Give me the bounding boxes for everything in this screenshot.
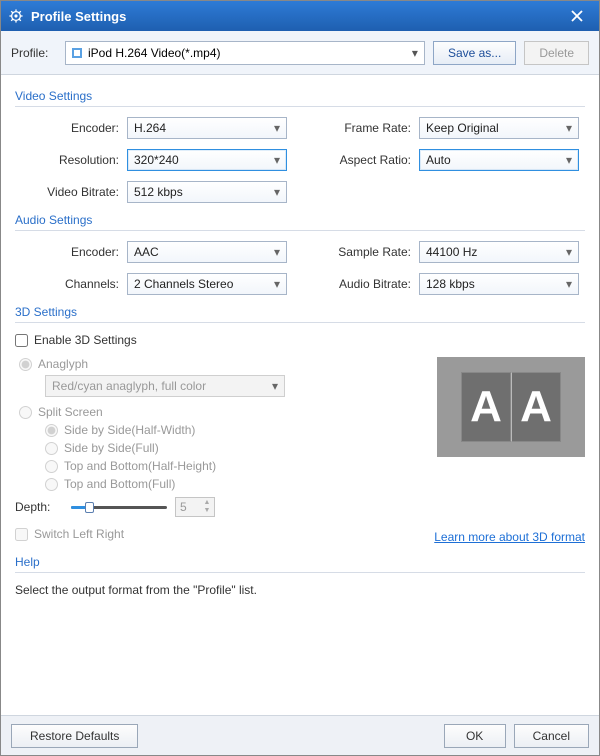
ok-button[interactable]: OK (444, 724, 506, 748)
switch-left-right-checkbox: Switch Left Right (15, 527, 124, 541)
split-screen-radio-input (19, 406, 32, 419)
footer-bar: Restore Defaults OK Cancel (1, 715, 599, 755)
enable-3d-checkbox[interactable]: Enable 3D Settings (15, 333, 585, 347)
anaglyph-radio: Anaglyph (19, 357, 423, 371)
video-encoder-combo[interactable]: H.264▾ (127, 117, 287, 139)
aspect-ratio-label: Aspect Ratio: (323, 153, 419, 167)
aspect-ratio-combo[interactable]: Auto▾ (419, 149, 579, 171)
audio-settings-title: Audio Settings (15, 213, 585, 231)
resolution-label: Resolution: (15, 153, 127, 167)
tab-half-radio: Top and Bottom(Half-Height) (45, 459, 423, 473)
profile-label: Profile: (11, 46, 57, 60)
profile-bar: Profile: iPod H.264 Video(*.mp4) ▾ Save … (1, 31, 599, 75)
anaglyph-radio-input (19, 358, 32, 371)
gear-icon (9, 9, 23, 23)
chevron-down-icon: ▾ (274, 277, 280, 291)
chevron-down-icon: ▾ (566, 153, 572, 167)
3d-settings-group: 3D Settings Enable 3D Settings Anaglyph … (15, 305, 585, 547)
cancel-button[interactable]: Cancel (514, 724, 589, 748)
preview-left-glyph: A (461, 372, 511, 442)
chevron-down-icon: ▾ (274, 153, 280, 167)
profile-value: iPod H.264 Video(*.mp4) (88, 46, 221, 60)
sample-rate-label: Sample Rate: (323, 245, 419, 259)
video-settings-group: Video Settings Encoder: H.264▾ Frame Rat… (15, 89, 585, 203)
switch-left-right-input (15, 528, 28, 541)
channels-combo[interactable]: 2 Channels Stereo▾ (127, 273, 287, 295)
anaglyph-mode-combo: Red/cyan anaglyph, full color▾ (45, 375, 285, 397)
audio-settings-group: Audio Settings Encoder: AAC▾ Sample Rate… (15, 213, 585, 295)
video-encoder-label: Encoder: (15, 121, 127, 135)
3d-preview-panel: A A (437, 353, 585, 517)
help-title: Help (15, 555, 585, 573)
help-group: Help Select the output format from the "… (15, 555, 585, 597)
learn-more-3d-link[interactable]: Learn more about 3D format (434, 530, 585, 544)
chevron-down-icon: ▾ (412, 46, 418, 60)
depth-slider[interactable] (71, 500, 167, 514)
preview-right-glyph: A (511, 372, 561, 442)
3d-settings-title: 3D Settings (15, 305, 585, 323)
profile-select[interactable]: iPod H.264 Video(*.mp4) ▾ (65, 41, 425, 65)
chevron-down-icon: ▾ (566, 277, 572, 291)
content-area: Video Settings Encoder: H.264▾ Frame Rat… (1, 75, 599, 715)
save-as-button[interactable]: Save as... (433, 41, 516, 65)
window-title: Profile Settings (31, 9, 563, 24)
video-bitrate-combo[interactable]: 512 kbps▾ (127, 181, 287, 203)
chevron-down-icon: ▾ (274, 245, 280, 259)
restore-defaults-button[interactable]: Restore Defaults (11, 724, 138, 748)
depth-label: Depth: (15, 500, 63, 514)
channels-label: Channels: (15, 277, 127, 291)
frame-rate-label: Frame Rate: (323, 121, 419, 135)
depth-row: Depth: 5 ▲▼ (15, 497, 423, 517)
title-bar: Profile Settings (1, 1, 599, 31)
enable-3d-input[interactable] (15, 334, 28, 347)
video-bitrate-label: Video Bitrate: (15, 185, 127, 199)
audio-encoder-label: Encoder: (15, 245, 127, 259)
profile-settings-window: Profile Settings Profile: iPod H.264 Vid… (0, 0, 600, 756)
chevron-down-icon: ▾ (274, 185, 280, 199)
3d-preview: A A (437, 357, 585, 457)
chevron-down-icon: ▾ (566, 245, 572, 259)
audio-bitrate-combo[interactable]: 128 kbps▾ (419, 273, 579, 295)
frame-rate-combo[interactable]: Keep Original▾ (419, 117, 579, 139)
delete-button: Delete (524, 41, 589, 65)
close-button[interactable] (563, 5, 591, 27)
help-text: Select the output format from the "Profi… (15, 583, 585, 597)
profile-format-icon (72, 48, 82, 58)
sample-rate-combo[interactable]: 44100 Hz▾ (419, 241, 579, 263)
tab-full-radio: Top and Bottom(Full) (45, 477, 423, 491)
sbs-half-radio: Side by Side(Half-Width) (45, 423, 423, 437)
audio-bitrate-label: Audio Bitrate: (323, 277, 419, 291)
audio-encoder-combo[interactable]: AAC▾ (127, 241, 287, 263)
video-settings-title: Video Settings (15, 89, 585, 107)
split-screen-radio: Split Screen (19, 405, 423, 419)
sbs-full-radio: Side by Side(Full) (45, 441, 423, 455)
chevron-down-icon: ▾ (272, 379, 278, 393)
chevron-down-icon: ▾ (566, 121, 572, 135)
depth-spinner: 5 ▲▼ (175, 497, 215, 517)
resolution-combo[interactable]: 320*240▾ (127, 149, 287, 171)
chevron-down-icon: ▾ (274, 121, 280, 135)
